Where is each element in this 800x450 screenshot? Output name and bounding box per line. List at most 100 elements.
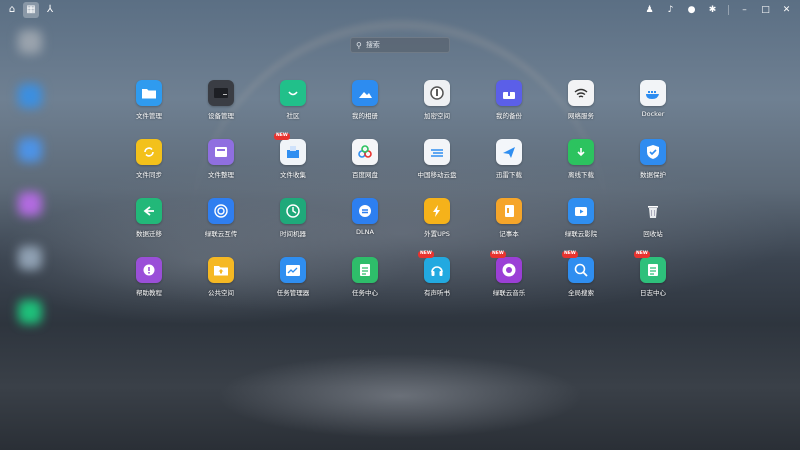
app-dlna[interactable]: DLNA [329,198,401,257]
tv-icon [568,198,594,224]
close-icon[interactable]: ✕ [779,2,794,18]
app-label: 日志中心 [640,289,666,297]
app-label: 绿联云音乐 [492,289,526,297]
app-migrate[interactable]: 数据迁移 [113,198,185,257]
app-global-search[interactable]: NEW 全局搜索 [545,251,617,316]
ups-icon [424,198,450,224]
app-docker[interactable]: Docker [617,80,689,139]
app-public-folder[interactable]: 公共空间 [185,257,257,316]
app-transfer[interactable]: 绿联云互传 [185,198,257,257]
photo-icon [352,80,378,106]
dock-item [18,192,42,216]
community-icon [280,80,306,106]
trash-icon [640,198,666,224]
app-label: 社区 [286,112,300,120]
search-bar[interactable]: ⚲ [350,37,450,53]
baidu-icon [352,139,378,165]
app-baidu[interactable]: 百度网盘 [329,139,401,198]
app-safe[interactable]: 加密空间 [401,80,473,139]
app-backup[interactable]: 我的备份 [473,80,545,139]
app-label: 数据保护 [640,171,666,179]
new-badge: NEW [418,251,434,258]
safe-icon [424,80,450,106]
top-bar-right: ♟ ♪ ● ✱ – □ ✕ [642,2,794,18]
global-search-icon: NEW [562,251,594,283]
docker-icon [640,80,666,106]
search-icon: ⚲ [356,40,362,50]
app-label: 外置UPS [424,230,450,238]
backup-icon [496,80,522,106]
grid-icon[interactable]: ▦ [23,2,39,18]
app-label: 帮助教程 [136,289,162,297]
app-community[interactable]: 社区 [257,80,329,139]
app-label: 公共空间 [208,289,234,297]
app-log[interactable]: NEW 日志中心 [617,251,689,316]
app-label: 全局搜索 [568,289,594,297]
gear-icon[interactable]: ✱ [705,2,720,18]
app-thunder[interactable]: 迅雷下载 [473,139,545,198]
app-clock[interactable]: 时间机器 [257,198,329,257]
user-icon[interactable]: ● [684,2,699,18]
app-label: 任务中心 [352,289,378,297]
app-photo[interactable]: 我的相册 [329,80,401,139]
transfer-icon [208,198,234,224]
search-input[interactable] [365,41,446,49]
app-label: 离线下载 [568,171,594,179]
mic-icon[interactable]: ♟ [642,2,657,18]
app-label: 文件整理 [208,171,234,179]
bell-icon[interactable]: ♪ [663,2,678,18]
app-trash[interactable]: 回收站 [617,198,689,257]
app-folder[interactable]: 文件管理 [113,80,185,139]
app-ups[interactable]: 外置UPS [401,198,473,257]
app-label: 设备管理 [208,112,234,120]
top-bar: ⌂ ▦ ⅄ ♟ ♪ ● ✱ – □ ✕ [0,0,800,20]
organize-icon [208,139,234,165]
dock-item [18,84,42,108]
app-collect[interactable]: NEW 文件收集 [257,133,329,198]
app-device[interactable]: 设备管理 [185,80,257,139]
app-label: 记事本 [499,230,519,238]
app-help[interactable]: 帮助教程 [113,257,185,316]
app-task-manager[interactable]: 任务管理器 [257,257,329,316]
network-icon[interactable]: ⅄ [42,2,58,18]
app-label: 加密空间 [424,112,450,120]
device-icon [208,80,234,106]
dlna-icon [352,198,378,224]
app-cloud[interactable]: 中国移动云盘 [401,139,473,198]
public-folder-icon [208,257,234,283]
minimize-icon[interactable]: – [737,2,752,18]
app-label: 绿联云影院 [564,230,598,238]
maximize-icon[interactable]: □ [758,2,773,18]
app-download[interactable]: 离线下载 [545,139,617,198]
new-badge: NEW [562,251,578,258]
app-grid: 文件管理 设备管理 社区 我的相册 加密空间 我的备份 网络服务 Docker 文件同步 文件整理… [113,80,689,316]
dock-item [18,246,42,270]
app-audiobook[interactable]: NEW 有声听书 [401,251,473,316]
audiobook-icon: NEW [418,251,450,283]
blurred-dock [18,30,48,354]
app-label: 中国移动云盘 [417,171,457,179]
app-label: 我的备份 [496,112,522,120]
sync-icon [136,139,162,165]
dock-item [18,30,42,54]
dock-item [18,300,42,324]
music-icon: NEW [490,251,522,283]
divider [728,5,729,15]
app-task-center[interactable]: 任务中心 [329,257,401,316]
app-organize[interactable]: 文件整理 [185,139,257,198]
app-label: 绿联云互传 [204,230,238,238]
app-label: 百度网盘 [352,171,378,179]
app-label: DLNA [356,228,374,236]
app-music[interactable]: NEW 绿联云音乐 [473,251,545,316]
app-tv[interactable]: 绿联云影院 [545,198,617,257]
app-label: 数据迁移 [136,230,162,238]
app-wifi[interactable]: 网络服务 [545,80,617,139]
app-label: 回收站 [643,230,663,238]
collect-icon: NEW [274,133,306,165]
new-badge: NEW [634,251,650,258]
app-shield[interactable]: 数据保护 [617,139,689,198]
app-notepad[interactable]: 记事本 [473,198,545,257]
home-icon[interactable]: ⌂ [4,2,20,18]
app-sync[interactable]: 文件同步 [113,139,185,198]
app-label: 文件收集 [280,171,306,179]
